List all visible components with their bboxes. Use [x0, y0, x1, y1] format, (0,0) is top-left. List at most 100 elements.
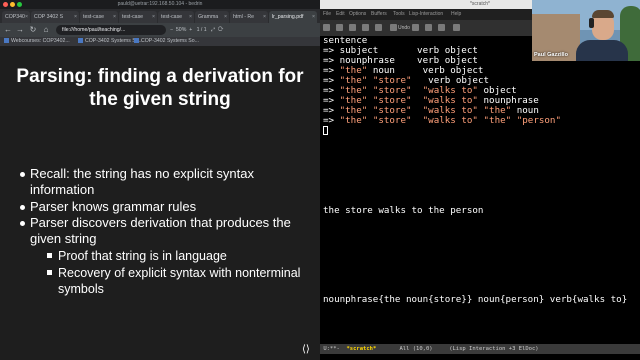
headset-icon: [589, 18, 594, 28]
derivation-token: [412, 115, 423, 126]
bullet-item: Recall: the string has no explicit synta…: [20, 166, 310, 198]
presenter-name: Paul Gazzillo: [534, 52, 568, 58]
minibuffer[interactable]: [320, 354, 640, 360]
zoom-level[interactable]: 50%: [176, 27, 186, 33]
string-literal: "store": [372, 115, 412, 126]
emacs-toolbar: Undo: [320, 20, 532, 36]
forward-icon[interactable]: →: [15, 24, 25, 36]
home-icon[interactable]: ⌂: [41, 24, 51, 36]
bookmark-icon: [134, 38, 139, 44]
close-tab-icon[interactable]: ×: [224, 11, 227, 23]
rotate-icon[interactable]: ⟳: [218, 27, 224, 33]
close-window-button[interactable]: [3, 2, 8, 7]
tab-label: html - Re: [233, 14, 255, 20]
bookmark-label: Webcourses: COP3402...: [11, 38, 70, 44]
tab-label: Gramma: [198, 14, 219, 20]
tab-cop3402-1[interactable]: COP340 ×: [2, 11, 30, 23]
mouse-pointer-icon: ⟨⟩: [302, 344, 310, 355]
modeline-status: U:**-: [323, 346, 340, 352]
maximize-window-button[interactable]: [17, 2, 22, 7]
close-tab-icon[interactable]: ×: [152, 11, 155, 23]
tab-label: test-case: [122, 14, 144, 20]
tab-label: lr_parsing.pdf: [272, 14, 304, 20]
close-tab-icon[interactable]: ×: [113, 11, 116, 23]
bullet-item: Parser discovers derivation that produce…: [20, 215, 310, 247]
bookmarks-bar: Webcourses: COP3402... COP-3402 Systems …: [0, 37, 320, 46]
string-literal: "person": [516, 115, 561, 126]
presenter-body: [576, 40, 628, 61]
bookmark-webcourses[interactable]: Webcourses: COP3402...: [4, 37, 70, 46]
modeline-position: All (10,0): [399, 346, 433, 352]
address-text: file:///home/paul/teaching/...: [62, 27, 126, 33]
open-directory-icon[interactable]: [349, 23, 357, 33]
paste-icon[interactable]: [438, 23, 446, 33]
sentence-line: the store walks to the person: [323, 205, 484, 216]
browser-window: pauld@uetrar:192.168.50.104 - bedrin COP…: [0, 0, 320, 360]
slide-title: Parsing: finding a derivation for the gi…: [16, 66, 304, 110]
browser-toolbar: ← → ↻ ⌂ file:///home/paul/teaching/... −…: [0, 23, 320, 37]
save-icon[interactable]: [375, 23, 383, 33]
string-literal: "the": [339, 115, 368, 126]
tab-test-case-2[interactable]: test-case ×: [119, 11, 157, 23]
undo-icon[interactable]: Undo: [390, 23, 410, 33]
menu-help[interactable]: Help: [451, 9, 461, 20]
close-tab-icon[interactable]: ×: [189, 11, 192, 23]
menu-tools[interactable]: Tools: [393, 9, 405, 20]
browser-title-bar: pauld@uetrar:192.168.50.104 - bedrin: [0, 0, 320, 9]
bookmark-icon: [78, 38, 83, 44]
tab-label: test-case: [161, 14, 183, 20]
page-indicator: 1 / 1: [196, 27, 207, 33]
emacs-menu-bar: File Edit Options Buffers Tools Lisp-Int…: [320, 9, 532, 20]
copy-icon[interactable]: [425, 23, 433, 33]
modeline-buffer-name: *scratch*: [346, 346, 377, 352]
menu-options[interactable]: Options: [349, 9, 366, 20]
open-file-icon[interactable]: [336, 23, 344, 33]
tab-cop3402-2[interactable]: COP 3402 S ×: [31, 11, 79, 23]
string-literal: "walks to": [422, 115, 478, 126]
parse-tree-line: nounphrase{the noun{store}} noun{person}…: [323, 294, 628, 305]
search-icon[interactable]: [453, 23, 461, 33]
tab-test-case-1[interactable]: test-case ×: [80, 11, 118, 23]
address-bar[interactable]: file:///home/paul/teaching/...: [56, 25, 166, 35]
bookmark-icon: [4, 38, 9, 44]
reload-icon[interactable]: ↻: [28, 24, 38, 36]
undo-label: Undo: [398, 25, 410, 31]
close-tab-icon[interactable]: ×: [25, 11, 28, 23]
derivation-step: => "the" "store" "walks to" "the" "perso…: [323, 116, 561, 126]
modeline-modes: (Lisp Interaction +3 ElDoc): [449, 346, 539, 352]
minimize-window-button[interactable]: [10, 2, 15, 7]
tab-test-case-3[interactable]: test-case ×: [158, 11, 194, 23]
scratch-buffer[interactable]: sentence => subject verb object => nounph…: [320, 36, 640, 344]
presenter-hair: [592, 10, 614, 18]
tab-label: COP 3402 S: [34, 14, 64, 20]
close-buffer-icon[interactable]: [362, 23, 370, 33]
new-file-icon[interactable]: [323, 23, 331, 33]
back-icon[interactable]: ←: [3, 24, 13, 36]
pdf-toolbar: − 50% + 1 / 1 ⤢ ⟳: [170, 25, 224, 35]
string-literal: "the": [483, 115, 512, 126]
mode-line: U:**- *scratch* All (10,0) (Lisp Interac…: [320, 344, 640, 354]
zoom-out-icon[interactable]: −: [170, 27, 173, 33]
bookmark-cop3402-2[interactable]: COP-3402 Systems So...: [134, 37, 199, 46]
derivation-token: =>: [323, 115, 340, 126]
sub-bullet-item: Recovery of explicit syntax with nonterm…: [47, 265, 308, 297]
tab-strip: COP340 × COP 3402 S × test-case × test-case…: [0, 9, 320, 23]
tab-html[interactable]: html - Re ×: [230, 11, 268, 23]
bullet-item: Parser knows grammar rules: [20, 199, 310, 215]
menu-buffers[interactable]: Buffers: [371, 9, 387, 20]
menu-edit[interactable]: Edit: [336, 9, 345, 20]
bookmark-label: COP-3402 Systems So...: [141, 38, 199, 44]
close-tab-icon[interactable]: ×: [312, 11, 315, 23]
menu-file[interactable]: File: [323, 9, 331, 20]
text-cursor: [323, 126, 328, 135]
close-tab-icon[interactable]: ×: [263, 11, 266, 23]
tab-label: COP340: [5, 14, 25, 20]
close-tab-icon[interactable]: ×: [74, 11, 77, 23]
cut-icon[interactable]: [412, 23, 420, 33]
tab-lr-parsing-pdf[interactable]: lr_parsing.pdf ×: [269, 11, 317, 23]
browser-window-title: pauld@uetrar:192.168.50.104 - bedrin: [117, 1, 203, 7]
fit-page-icon[interactable]: ⤢: [211, 27, 215, 33]
menu-lisp-interaction[interactable]: Lisp-Interaction: [409, 9, 443, 20]
zoom-in-icon[interactable]: +: [189, 27, 192, 33]
tab-grammar[interactable]: Gramma ×: [195, 11, 229, 23]
